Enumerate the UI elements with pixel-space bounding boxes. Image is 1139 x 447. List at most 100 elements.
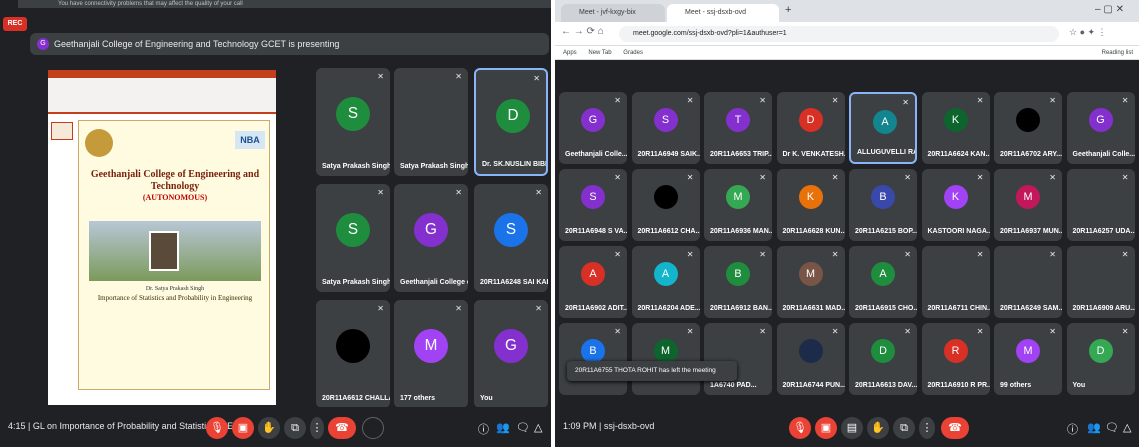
participant-tile[interactable]: M ✕ 99 others — [994, 323, 1062, 395]
mic-muted-icon: ✕ — [904, 327, 911, 336]
participant-tile[interactable]: S ✕ 20R11A6248 SAI KARTHIK ... — [474, 184, 548, 292]
mic-muted-icon: ✕ — [759, 250, 766, 259]
participant-avatar: S — [581, 185, 605, 209]
extensions-icon[interactable]: ☆ ● ✦ ⋮ — [1069, 27, 1107, 38]
chat-icon[interactable]: 🗨 — [516, 421, 530, 434]
participant-name: 20R11A6937 MUN... — [1000, 228, 1062, 235]
participant-tile[interactable]: ✕ 20R11A6744 PUN... — [776, 323, 845, 395]
participant-tile[interactable]: G ✕ Geethanjali College of En... — [394, 184, 468, 292]
raise-hand-button[interactable]: ✋ — [258, 417, 280, 439]
participant-tile[interactable]: ✕ 20R11A6711 CHIN... — [921, 246, 990, 318]
participant-tile[interactable]: M ✕ — [631, 323, 700, 395]
leave-call-button[interactable]: ☎ — [941, 417, 969, 439]
participant-tile[interactable]: ✕ 20R11A6249 SAM... — [994, 246, 1062, 318]
participant-tile[interactable]: M ✕ 177 others — [394, 300, 468, 408]
participant-tile[interactable]: A ✕ 20R11A6902 ADIT... — [559, 246, 627, 318]
new-tab-icon[interactable]: + — [785, 4, 791, 16]
participant-tile[interactable]: S ✕ Satya Prakash Singh — [316, 68, 390, 176]
participant-tile[interactable]: A ✕ ALLUGUVELLI RA... — [849, 92, 917, 164]
participant-name: 20R11A6948 S VA... — [565, 228, 627, 235]
url-field[interactable]: meet.google.com/ssj-dsxb-ovd?pli=1&authu… — [619, 26, 1059, 42]
slide-canvas: NBA Geethanjali College of Engineering a… — [78, 120, 270, 390]
leave-call-button[interactable]: ☎ — [328, 417, 356, 439]
participant-tile[interactable]: D ✕ 20R11A6613 DAV... — [849, 323, 917, 395]
more-options-button[interactable]: ⋮ — [310, 417, 324, 439]
participant-name: 20R11A6631 MAD... — [782, 305, 845, 312]
participant-tile[interactable]: ✕ 20R11A6612 CHA... — [631, 169, 700, 241]
participant-name: 20R11A6909 ARU... — [1072, 305, 1135, 312]
bookmarks-bar: Apps New Tab Grades Reading list — [555, 46, 1139, 60]
participant-avatar: A — [653, 262, 678, 286]
participant-tile[interactable]: ✕ 20R11A6909 ARU... — [1066, 246, 1135, 318]
participant-tile[interactable]: T ✕ 20R11A6653 TRIP... — [704, 92, 772, 164]
participant-tile[interactable]: K ✕ KASTOORI NAGA... — [921, 169, 990, 241]
participant-tile[interactable]: B ✕ — [559, 323, 627, 395]
participant-name: 20R11A6624 KAN... — [927, 151, 990, 158]
participant-tile[interactable]: S ✕ 20R11A6949 SAIK... — [631, 92, 700, 164]
participant-name: Geethanjali Colle... — [565, 151, 627, 158]
participant-tile[interactable]: M ✕ 20R11A6936 MAN... — [704, 169, 772, 241]
present-button[interactable]: ⧉ — [284, 417, 306, 439]
info-icon[interactable]: ⓘ — [478, 421, 489, 437]
window-controls[interactable]: – ▢ ✕ — [1095, 4, 1124, 15]
slide-thumbnail[interactable] — [51, 122, 73, 140]
participant-avatar: T — [726, 108, 750, 132]
participant-tile[interactable]: G ✕ Geethanjali Colle... — [1066, 92, 1135, 164]
participant-tile[interactable]: ✕ 20R11A6257 UDA... — [1066, 169, 1135, 241]
tab-meet-1[interactable]: Meet - jvf-kxgy-bix — [561, 4, 665, 22]
participant-tile[interactable]: G ✕ You — [474, 300, 548, 408]
participant-tile[interactable]: G ✕ Geethanjali Colle... — [559, 92, 627, 164]
people-icon[interactable]: 👥 — [1087, 421, 1101, 434]
chat-icon[interactable]: 🗨 — [1105, 421, 1119, 434]
activities-icon[interactable]: △ — [534, 421, 542, 434]
participant-name: 20R11A6257 UDA... — [1072, 228, 1135, 235]
more-options-button[interactable]: ⋮ — [919, 417, 935, 439]
participant-tile[interactable]: A ✕ 20R11A6915 CHO... — [849, 246, 917, 318]
activities-icon[interactable]: △ — [1123, 421, 1131, 434]
participant-tile[interactable]: D ✕ Dr. SK.NUSLIN BIBI GCET — [474, 68, 548, 176]
bookmark-grades[interactable]: Grades — [623, 50, 643, 56]
mic-off-button[interactable]: 🎙 — [206, 417, 228, 439]
participant-avatar: M — [414, 329, 448, 363]
participant-avatar — [1016, 262, 1040, 286]
mic-muted-icon: ✕ — [1121, 250, 1129, 259]
participant-tile[interactable]: ✕ Satya Prakash Singh — [394, 68, 468, 176]
people-icon[interactable]: 👥 — [496, 421, 510, 434]
camera-off-button[interactable]: ▣ — [815, 417, 837, 439]
mic-off-button[interactable]: 🎙 — [789, 417, 811, 439]
bookmark-new-tab[interactable]: New Tab — [588, 50, 611, 56]
participant-name: 20R11A6949 SAIK... — [637, 151, 700, 158]
raise-hand-button[interactable]: ✋ — [867, 417, 889, 439]
participant-tile[interactable]: M ✕ 20R11A6937 MUN... — [994, 169, 1062, 241]
participant-name: 20R11A6628 KUN... — [782, 228, 845, 235]
captions-button[interactable]: ▤ — [841, 417, 863, 439]
participant-tile[interactable]: K ✕ 20R11A6624 KAN... — [921, 92, 990, 164]
participant-tile[interactable]: B ✕ 20R11A6215 BOP... — [849, 169, 917, 241]
participant-tile[interactable]: S ✕ Satya Prakash Singh — [316, 184, 390, 292]
participant-tile[interactable]: D ✕ You — [1066, 323, 1135, 395]
participant-tile[interactable]: M ✕ 20R11A6631 MAD... — [776, 246, 845, 318]
participant-tile[interactable]: D ✕ Dr K. VENKATESH... — [776, 92, 845, 164]
reading-list[interactable]: Reading list — [1102, 46, 1133, 60]
reaction-button[interactable] — [362, 417, 384, 439]
participant-tile[interactable]: A ✕ 20R11A6204 ADE... — [631, 246, 700, 318]
tab-meet-2[interactable]: Meet - ssj-dsxb-ovd — [667, 4, 779, 22]
participant-tile[interactable]: ✕ 20R11A6612 CHALLA SHU... — [316, 300, 390, 408]
info-icon[interactable]: ⓘ — [1067, 421, 1078, 437]
participant-avatar: A — [871, 262, 895, 286]
mic-muted-icon: ✕ — [759, 173, 766, 182]
participant-tile[interactable]: ✕ 1A6740 PAD... — [704, 323, 772, 395]
present-button[interactable]: ⧉ — [893, 417, 915, 439]
participant-avatar: S — [336, 97, 370, 131]
camera-off-button[interactable]: ▣ — [232, 417, 254, 439]
participant-tile[interactable]: K ✕ 20R11A6628 KUN... — [776, 169, 845, 241]
participant-avatar: M — [653, 339, 678, 363]
participant-tile[interactable]: ✕ 20R11A6702 ARY... — [994, 92, 1062, 164]
participant-name: 20R11A6936 MAN... — [710, 228, 772, 235]
right-browser-window: Meet - jvf-kxgy-bix Meet - ssj-dsxb-ovd … — [555, 0, 1139, 447]
participant-tile[interactable]: R ✕ 20R11A6910 R PR... — [921, 323, 990, 395]
nav-back-forward-reload-icon[interactable]: ← → ⟳ ⌂ — [561, 26, 604, 37]
bookmark-apps[interactable]: Apps — [563, 50, 577, 56]
participant-tile[interactable]: S ✕ 20R11A6948 S VA... — [559, 169, 627, 241]
participant-tile[interactable]: B ✕ 20R11A6912 BAN... — [704, 246, 772, 318]
